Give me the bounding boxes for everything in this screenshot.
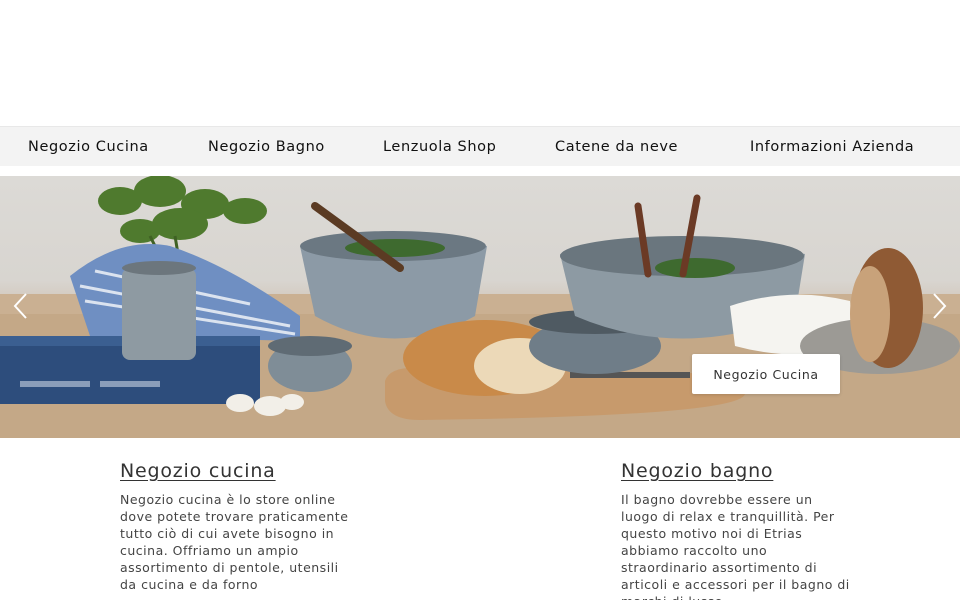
hero-carousel: Negozio Cucina — [0, 176, 960, 438]
nav-item-catene-da-neve[interactable]: Catene da neve — [555, 127, 678, 167]
nav-item-informazioni-azienda[interactable]: Informazioni Azienda — [750, 127, 914, 167]
hero-image — [0, 176, 960, 438]
header-area — [0, 0, 960, 126]
hero-cta-button[interactable]: Negozio Cucina — [692, 354, 840, 394]
nav-item-negozio-bagno[interactable]: Negozio Bagno — [208, 127, 325, 167]
nav-item-lenzuola-shop[interactable]: Lenzuola Shop — [383, 127, 496, 167]
section-negozio-bagno: Negozio bagno Il bagno dovrebbe essere u… — [621, 460, 851, 600]
main-navigation: Negozio Cucina Negozio Bagno Lenzuola Sh… — [0, 126, 960, 166]
section-negozio-cucina: Negozio cucina Negozio cucina è lo store… — [120, 460, 350, 593]
section-text-negozio-cucina: Negozio cucina è lo store online dove po… — [120, 492, 349, 592]
section-text-negozio-bagno: Il bagno dovrebbe essere un luogo di rel… — [621, 492, 850, 600]
chevron-right-icon[interactable] — [928, 288, 952, 324]
section-title-negozio-bagno[interactable]: Negozio bagno — [621, 460, 851, 482]
chevron-left-icon[interactable] — [8, 288, 32, 324]
section-title-negozio-cucina[interactable]: Negozio cucina — [120, 460, 350, 482]
nav-item-negozio-cucina[interactable]: Negozio Cucina — [28, 127, 149, 167]
